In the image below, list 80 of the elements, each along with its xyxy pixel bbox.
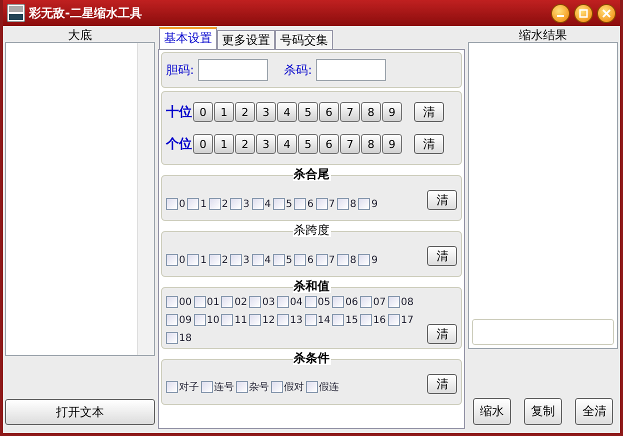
digit-button[interactable]: 7 [340, 134, 360, 154]
minimize-button[interactable] [551, 4, 570, 22]
tab[interactable]: 更多设置 [217, 30, 275, 49]
group-title: 杀和值 [292, 280, 331, 293]
group-title: 大底 [67, 29, 93, 42]
digit-button[interactable]: 1 [214, 102, 234, 122]
digit-button[interactable]: 3 [256, 102, 276, 122]
tab[interactable]: 号码交集 [275, 30, 333, 49]
option-checkbox[interactable]: 00 [166, 296, 192, 308]
clear-button[interactable]: 清 [414, 102, 444, 122]
option-checkbox[interactable]: 02 [221, 296, 248, 308]
clear-button[interactable]: 清 [427, 374, 458, 394]
digit-button[interactable]: 1 [214, 134, 234, 154]
group-title: 缩水结果 [518, 29, 568, 42]
clear-button[interactable]: 清 [414, 134, 444, 154]
option-checkbox[interactable]: 10 [194, 314, 220, 326]
digit-button[interactable]: 9 [382, 102, 402, 122]
option-checkbox[interactable]: 假对 [271, 380, 304, 394]
option-checkbox[interactable]: 15 [332, 314, 358, 326]
close-icon [602, 8, 611, 18]
position-label: 个位 [166, 136, 192, 153]
digit-button[interactable]: 0 [193, 134, 213, 154]
option-checkbox[interactable]: 17 [388, 314, 414, 326]
option-checkbox[interactable]: 假连 [306, 380, 339, 394]
digit-button[interactable]: 5 [298, 134, 318, 154]
digit-button[interactable]: 6 [319, 134, 339, 154]
digit-button[interactable]: 7 [340, 102, 360, 122]
digit-button[interactable]: 6 [319, 102, 339, 122]
option-checkbox[interactable]: 18 [166, 332, 192, 344]
option-checkbox[interactable]: 04 [276, 296, 303, 308]
result-text-area[interactable] [468, 42, 618, 349]
result-input-field[interactable] [472, 319, 614, 345]
option-checkbox[interactable]: 06 [332, 296, 358, 308]
digit-button[interactable]: 9 [382, 134, 402, 154]
option-checkbox[interactable]: 08 [388, 296, 414, 308]
tab[interactable]: 基本设置 [159, 27, 217, 49]
option-checkbox[interactable]: 11 [221, 314, 248, 326]
close-button[interactable] [597, 4, 616, 22]
digit-button[interactable]: 4 [277, 134, 297, 154]
digit-button[interactable]: 8 [361, 134, 381, 154]
group-title: 杀合尾 [292, 168, 331, 181]
option-checkbox[interactable]: 09 [166, 314, 192, 326]
digit-button[interactable]: 2 [235, 134, 255, 154]
option-checkbox[interactable]: 05 [304, 296, 330, 308]
option-checkbox[interactable]: 连号 [201, 380, 234, 394]
option-checkbox[interactable]: 14 [304, 314, 330, 326]
code-input-field[interactable] [198, 59, 268, 81]
digit-button[interactable]: 8 [361, 102, 381, 122]
maximize-icon [579, 8, 588, 18]
base-text-area[interactable] [5, 42, 155, 356]
window-title: 彩无敌-二星缩水工具 [29, 4, 143, 22]
option-checkbox[interactable]: 01 [194, 296, 220, 308]
position-label: 十位 [166, 104, 192, 121]
option-checkbox[interactable]: 07 [360, 296, 386, 308]
minimize-icon [557, 14, 564, 16]
digit-button[interactable]: 0 [193, 102, 213, 122]
clear-button[interactable]: 清 [427, 246, 458, 266]
option-checkbox[interactable]: 对子 [166, 380, 199, 394]
option-checkbox[interactable]: 13 [276, 314, 303, 326]
clear-button[interactable]: 清 [427, 190, 458, 210]
action-button[interactable]: 复制 [524, 398, 562, 425]
open-text-button[interactable]: 打开文本 [5, 399, 155, 425]
field-label: 杀码: [284, 62, 312, 78]
option-checkbox[interactable]: 03 [249, 296, 275, 308]
group-title: 杀跨度 [292, 224, 331, 237]
option-checkbox[interactable]: 16 [360, 314, 386, 326]
code-input-field[interactable] [316, 59, 386, 81]
digit-button[interactable]: 3 [256, 134, 276, 154]
option-checkbox[interactable]: 杂号 [236, 380, 269, 394]
group-title: 杀条件 [292, 352, 331, 365]
digit-button[interactable]: 5 [298, 102, 318, 122]
option-checkbox[interactable]: 12 [249, 314, 275, 326]
digit-button[interactable]: 2 [235, 102, 255, 122]
action-button[interactable]: 缩水 [472, 398, 511, 425]
app-logo-icon [7, 4, 25, 22]
clear-button[interactable]: 清 [427, 324, 458, 344]
action-button[interactable]: 全清 [575, 398, 614, 425]
maximize-button[interactable] [574, 4, 593, 22]
field-label: 胆码: [166, 62, 194, 78]
digit-button[interactable]: 4 [277, 102, 297, 122]
